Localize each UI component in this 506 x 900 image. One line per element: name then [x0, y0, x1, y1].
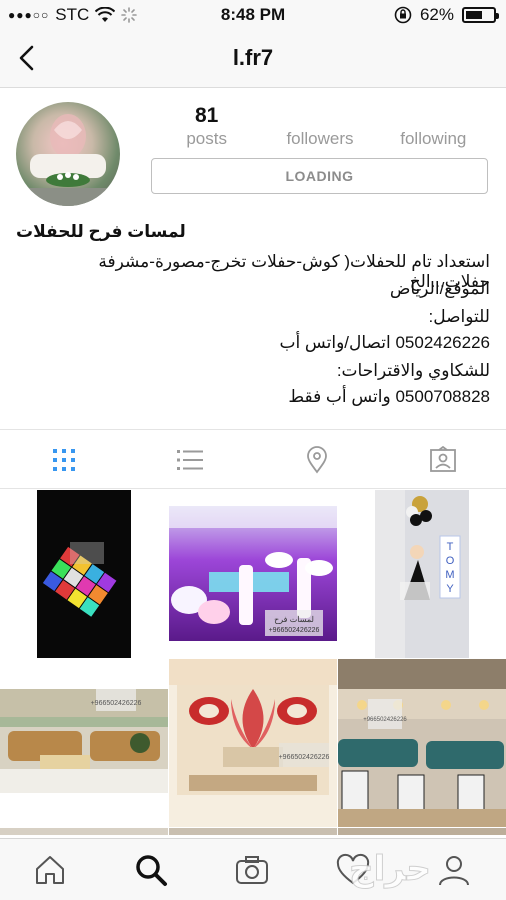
status-bar: ●●●○○ STC 8:48 PM 62%	[0, 0, 506, 30]
bottom-tab-bar	[0, 838, 506, 900]
stage-kosha-photo-icon: +966502426226	[169, 659, 337, 827]
followers-stat[interactable]: followers	[263, 104, 376, 149]
post-thumbnail[interactable]	[338, 828, 506, 835]
following-stat[interactable]: following	[377, 104, 490, 149]
tab-home[interactable]	[33, 853, 67, 887]
orientation-lock-icon	[394, 6, 412, 24]
tab-list-view[interactable]	[176, 446, 204, 474]
tab-profile[interactable]	[437, 853, 471, 887]
follow-loading-button[interactable]: LOADING	[151, 158, 488, 194]
posts-count: 81	[194, 104, 219, 127]
tagged-photos-icon	[430, 445, 456, 472]
battery-icon	[462, 7, 499, 23]
svg-text:+966502426226: +966502426226	[279, 754, 330, 761]
svg-text:M: M	[445, 569, 454, 581]
post-thumbnail[interactable]: +966502426226	[338, 659, 506, 827]
profile-display-name: لمسات فرح للحفلات	[16, 222, 186, 241]
tab-tagged-photos[interactable]	[429, 445, 457, 474]
balloon-tomy-photo-icon: T O M Y	[375, 490, 469, 658]
svg-text:لمسات فرح: لمسات فرح	[274, 615, 314, 624]
profile-username-title: l.fr7	[232, 45, 274, 70]
profile-view-tabs	[0, 429, 506, 489]
tab-map-view[interactable]	[303, 446, 331, 474]
post-thumbnail[interactable]	[169, 828, 337, 835]
profile-stats: 81 posts followers following	[150, 104, 490, 149]
bio-line-contact-heading: للتواصل:	[428, 307, 490, 326]
post-thumbnail[interactable]	[0, 490, 168, 658]
avatar-decor-icon	[16, 114, 120, 206]
followers-count	[263, 104, 376, 128]
bio-line-complaints-phone[interactable]: 0500708828 واتس أب فقط	[16, 387, 490, 407]
svg-text:+966502426226: +966502426226	[363, 717, 407, 723]
navigation-bar: l.fr7	[0, 30, 506, 88]
tab-grid-view[interactable]	[50, 446, 78, 474]
heart-icon	[336, 853, 370, 885]
search-icon	[136, 855, 167, 886]
tab-activity[interactable]	[336, 853, 370, 887]
post-thumbnail[interactable]: لمسات فرح +966502426226	[169, 490, 337, 658]
svg-text:O: O	[446, 555, 455, 567]
led-dance-floor-photo-icon	[37, 490, 131, 658]
hall-seating-photo-icon: +966502426226	[338, 659, 506, 827]
followers-label: followers	[286, 129, 354, 148]
camera-icon	[236, 856, 268, 884]
post-thumbnail[interactable]: T O M Y	[338, 490, 506, 658]
location-pin-icon	[307, 446, 327, 474]
grid-icon	[53, 449, 75, 471]
tab-camera[interactable]	[235, 853, 269, 887]
post-thumbnail[interactable]	[0, 828, 168, 835]
svg-text:+966502426226: +966502426226	[269, 627, 320, 634]
sofa-set-photo-icon: +966502426226	[0, 689, 168, 793]
photo-grid: لمسات فرح +966502426226 T O M Y +9665024…	[0, 490, 506, 835]
list-icon	[177, 450, 203, 470]
posts-label: posts	[186, 129, 227, 148]
post-thumbnail[interactable]: +966502426226	[169, 659, 337, 827]
battery-percentage: 62%	[419, 5, 454, 24]
battery-level	[466, 11, 483, 19]
bio-line-complaints-heading: للشكاوي والاقتراحات:	[336, 361, 490, 380]
bio-line-contact-phone[interactable]: 0502426226 اتصال/واتس أب	[16, 333, 490, 353]
avatar[interactable]	[16, 102, 120, 206]
glow-furniture-photo-icon: لمسات فرح +966502426226	[169, 506, 337, 641]
status-right: 62%	[394, 5, 499, 25]
svg-text:+966502426226: +966502426226	[91, 700, 142, 707]
post-thumbnail[interactable]: +966502426226	[0, 659, 168, 827]
following-label: following	[400, 129, 467, 148]
svg-text:T: T	[447, 541, 454, 553]
bio-line-location: الموقع/الرياض	[389, 279, 490, 298]
tab-search[interactable]	[134, 853, 168, 887]
svg-text:Y: Y	[446, 583, 454, 595]
following-count	[377, 104, 490, 128]
home-icon	[36, 856, 64, 884]
profile-icon	[439, 856, 469, 886]
posts-stat[interactable]: 81 posts	[150, 104, 263, 149]
